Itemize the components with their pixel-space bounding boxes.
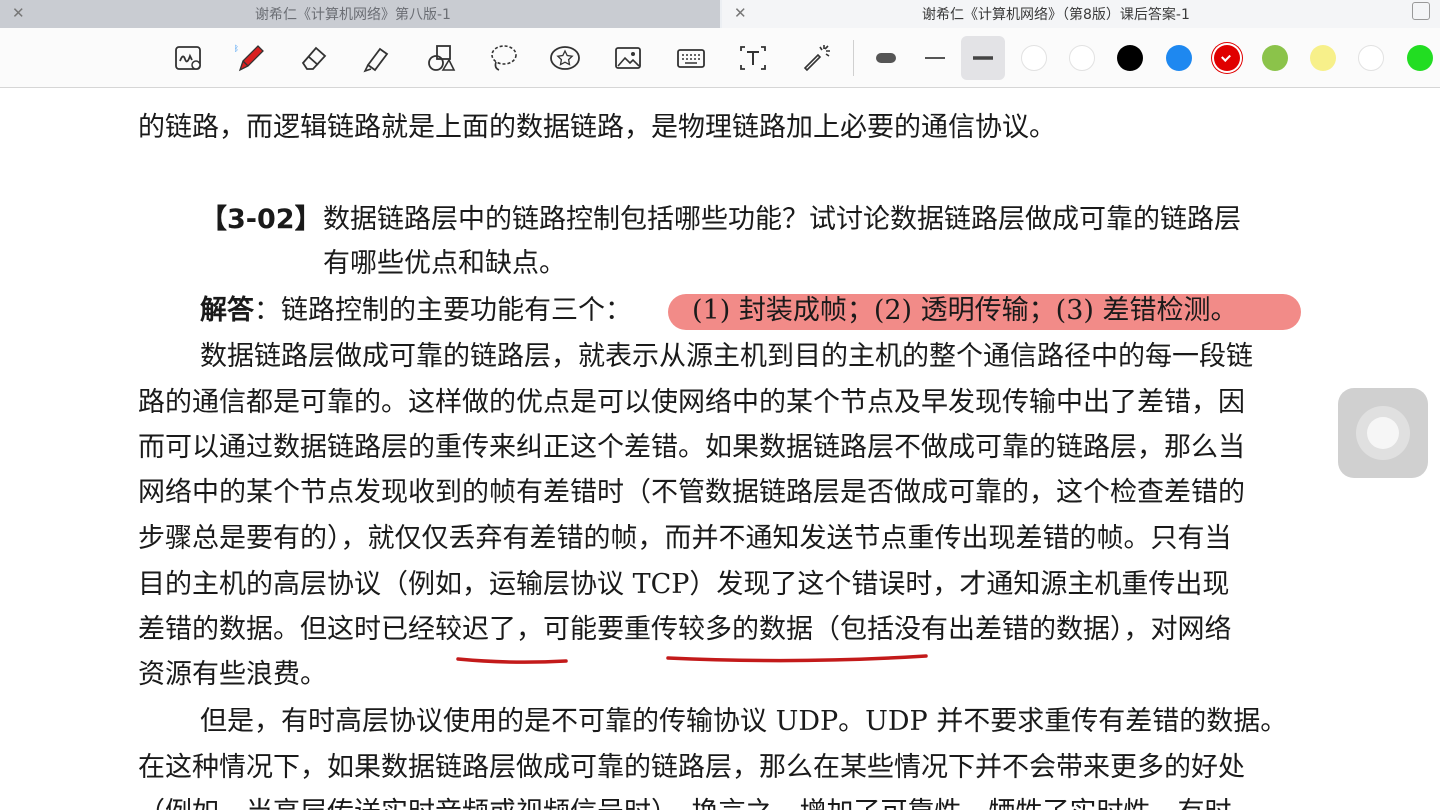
- paragraph-line: 网络中的某个节点发现收到的帧有差错时（不管数据链路层是否做成可靠的，这个检查差错…: [138, 477, 1245, 508]
- question-text: 数据链路层中的链路控制包括哪些功能？试讨论数据链路层做成可靠的链路层: [323, 204, 1241, 235]
- highlighter-icon[interactable]: [355, 36, 399, 80]
- question-label: 【3-02】: [200, 204, 322, 235]
- tab-bar: ✕ 谢希仁《计算机网络》第八版-1 ✕ 谢希仁《计算机网络》（第8版）课后答案-…: [0, 0, 1440, 28]
- paragraph-line: 而可以通过数据链路层的重传来纠正这个差错。如果数据链路层不做成可靠的链路层，那么…: [138, 432, 1245, 463]
- paragraph-line: 目的主机的高层协议（例如，运输层协议 TCP）发现了这个错误时，才通知源主机重传…: [138, 569, 1230, 600]
- laser-pointer-icon[interactable]: [795, 36, 839, 80]
- paragraph-line: 路的通信都是可靠的。这样做的优点是可以使网络中的某个节点及早发现传输中出了差错，…: [138, 387, 1245, 418]
- color-swatch-white[interactable]: [1021, 45, 1047, 71]
- eraser-icon[interactable]: [292, 36, 336, 80]
- answer-text: 链路控制的主要功能有三个：: [281, 295, 632, 326]
- text-line: 的链路，而逻辑链路就是上面的数据链路，是物理链路加上必要的通信协议。: [138, 112, 1056, 143]
- tab-document-2[interactable]: ✕ 谢希仁《计算机网络》（第8版）课后答案-1: [722, 0, 1440, 28]
- close-tab-icon[interactable]: ✕: [12, 4, 25, 22]
- tab-title: 谢希仁《计算机网络》（第8版）课后答案-1: [922, 7, 1190, 23]
- stroke-thick-button[interactable]: [961, 36, 1005, 80]
- tab-document-1[interactable]: ✕ 谢希仁《计算机网络》第八版-1: [0, 0, 720, 28]
- pen-icon[interactable]: ᛒ: [228, 36, 272, 80]
- answer-label: 解答: [200, 295, 254, 326]
- paragraph-line: 资源有些浪费。: [138, 659, 327, 690]
- question-text: 有哪些优点和缺点。: [323, 248, 566, 279]
- annotation-toolbar: ᛒ: [0, 28, 1440, 88]
- stroke-medium-button[interactable]: [913, 36, 957, 80]
- handwriting-insert-icon[interactable]: [166, 36, 210, 80]
- paragraph-line: 在这种情况下，如果数据链路层做成可靠的链路层，那么在某些情况下并不会带来更多的好…: [138, 752, 1245, 783]
- color-swatch-white[interactable]: [1358, 45, 1384, 71]
- shapes-icon[interactable]: [418, 36, 462, 80]
- svg-text:ᛒ: ᛒ: [234, 44, 239, 53]
- text-box-icon[interactable]: [731, 36, 775, 80]
- pen-underline-annotation: [456, 654, 928, 664]
- answer-line: 解答：链路控制的主要功能有三个：: [200, 291, 632, 331]
- highlighted-text: (1) 封装成帧；(2) 透明传输；(3) 差错检测。: [692, 295, 1238, 326]
- toolbar-divider: [853, 40, 854, 76]
- color-swatch-yellow[interactable]: [1310, 45, 1336, 71]
- close-tab-icon[interactable]: ✕: [734, 4, 747, 22]
- assistive-touch-button[interactable]: [1338, 388, 1428, 478]
- color-swatch-green[interactable]: [1262, 45, 1288, 71]
- color-swatch-white[interactable]: [1069, 45, 1095, 71]
- lasso-icon[interactable]: [481, 36, 525, 80]
- keyboard-icon[interactable]: [669, 36, 713, 80]
- tab-title: 谢希仁《计算机网络》第八版-1: [255, 7, 451, 23]
- image-icon[interactable]: [606, 36, 650, 80]
- sticker-icon[interactable]: [543, 36, 587, 80]
- answer-colon: ：: [254, 295, 281, 326]
- color-swatch-bright-green[interactable]: [1407, 45, 1433, 71]
- paragraph-line: （例如，当高层传送实时音频或视频信号时）。换言之，增加了可靠性，牺牲了实时性。有…: [138, 793, 1232, 810]
- document-page: 的链路，而逻辑链路就是上面的数据链路，是物理链路加上必要的通信协议。 【3-02…: [0, 88, 1440, 810]
- color-swatch-black[interactable]: [1117, 45, 1143, 71]
- sidebar-toggle-icon[interactable]: [1412, 2, 1430, 20]
- paragraph-line: 但是，有时高层协议使用的是不可靠的传输协议 UDP。UDP 并不要求重传有差错的…: [200, 706, 1288, 737]
- paragraph-line: 数据链路层做成可靠的链路层，就表示从源主机到目的主机的整个通信路径中的每一段链: [200, 341, 1253, 372]
- color-swatch-red[interactable]: [1214, 45, 1240, 71]
- paragraph-line: 步骤总是要有的），就仅仅丢弃有差错的帧，而并不通知发送节点重传出现差错的帧。只有…: [138, 523, 1232, 554]
- color-swatch-blue[interactable]: [1166, 45, 1192, 71]
- stroke-thin-button[interactable]: [864, 36, 908, 80]
